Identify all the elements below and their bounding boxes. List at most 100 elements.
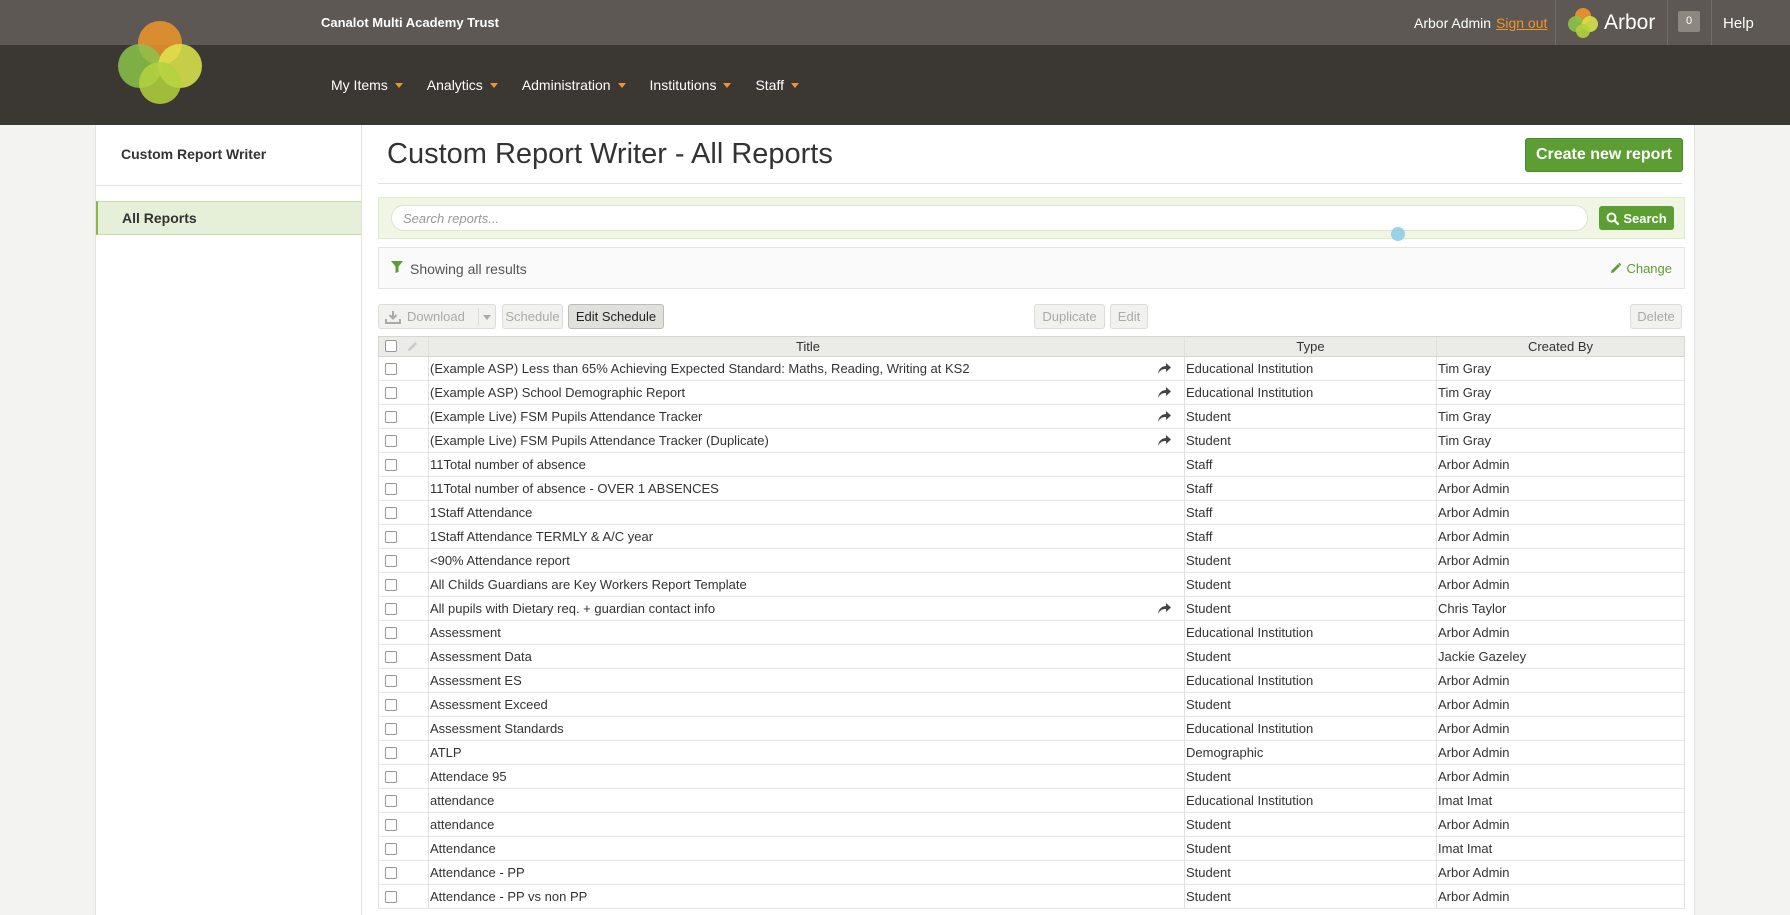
report-title[interactable]: Assessment Standards: [430, 717, 1170, 740]
sidebar-item-all-reports[interactable]: All Reports: [96, 201, 383, 235]
column-divider: [428, 645, 429, 668]
change-filter-link[interactable]: Change: [1609, 261, 1672, 276]
edit-button[interactable]: Edit: [1110, 304, 1148, 329]
nav-institutions[interactable]: Institutions: [650, 77, 732, 93]
nav-my-items[interactable]: My Items: [331, 77, 403, 93]
row-checkbox[interactable]: [385, 747, 397, 759]
help-link[interactable]: Help: [1723, 15, 1754, 32]
row-checkbox[interactable]: [385, 483, 397, 495]
table-row[interactable]: Attendance - PP Student Arbor Admin: [378, 861, 1685, 885]
table-row[interactable]: 1Staff Attendance Staff Arbor Admin: [378, 501, 1685, 525]
download-button[interactable]: Download: [378, 304, 496, 329]
sign-out-link[interactable]: Sign out: [1496, 15, 1547, 31]
report-type: Student: [1186, 889, 1231, 904]
notification-badge[interactable]: 0: [1678, 11, 1700, 32]
table-row[interactable]: (Example ASP) Less than 65% Achieving Ex…: [378, 357, 1685, 381]
row-checkbox[interactable]: [385, 843, 397, 855]
table-row[interactable]: All Childs Guardians are Key Workers Rep…: [378, 573, 1685, 597]
column-header-type[interactable]: Type: [1185, 337, 1436, 356]
report-title[interactable]: Assessment: [430, 621, 1170, 644]
report-title[interactable]: Attendance - PP: [430, 861, 1170, 884]
row-checkbox[interactable]: [385, 699, 397, 711]
table-row[interactable]: ATLP Demographic Arbor Admin: [378, 741, 1685, 765]
select-all-checkbox[interactable]: [385, 340, 397, 352]
table-row[interactable]: 1Staff Attendance TERMLY & A/C year Staff…: [378, 525, 1685, 549]
row-checkbox[interactable]: [385, 795, 397, 807]
report-title[interactable]: ATLP: [430, 741, 1170, 764]
report-title[interactable]: All Childs Guardians are Key Workers Rep…: [430, 573, 1170, 596]
report-title[interactable]: attendance: [430, 789, 1170, 812]
row-checkbox[interactable]: [385, 555, 397, 567]
table-row[interactable]: Assessment Standards Educational Institut…: [378, 717, 1685, 741]
report-title[interactable]: Attendance: [430, 837, 1170, 860]
search-input[interactable]: [391, 205, 1588, 231]
nav-staff[interactable]: Staff: [755, 77, 799, 93]
school-logo[interactable]: [115, 18, 205, 106]
report-title[interactable]: 1Staff Attendance TERMLY & A/C year: [430, 525, 1170, 548]
report-title[interactable]: Assessment ES: [430, 669, 1170, 692]
table-row[interactable]: All pupils with Dietary req. + guardian …: [378, 597, 1685, 621]
table-row[interactable]: Assessment Exceed Student Arbor Admin: [378, 693, 1685, 717]
duplicate-button[interactable]: Duplicate: [1034, 304, 1105, 329]
edit-schedule-button[interactable]: Edit Schedule: [568, 304, 664, 329]
column-header-created-by[interactable]: Created By: [1437, 337, 1684, 356]
table-row[interactable]: (Example ASP) School Demographic Report E…: [378, 381, 1685, 405]
table-row[interactable]: attendance Student Arbor Admin: [378, 813, 1685, 837]
table-row[interactable]: (Example Live) FSM Pupils Attendance Tra…: [378, 405, 1685, 429]
nav-analytics[interactable]: Analytics: [427, 77, 498, 93]
report-title[interactable]: attendance: [430, 813, 1170, 836]
row-checkbox[interactable]: [385, 675, 397, 687]
schedule-button[interactable]: Schedule: [502, 304, 563, 329]
report-title[interactable]: (Example Live) FSM Pupils Attendance Tra…: [430, 429, 1170, 452]
table-row[interactable]: attendance Educational Institution Imat Im…: [378, 789, 1685, 813]
row-checkbox[interactable]: [385, 363, 397, 375]
table-row[interactable]: (Example Live) FSM Pupils Attendance Tra…: [378, 429, 1685, 453]
row-checkbox[interactable]: [385, 435, 397, 447]
row-checkbox[interactable]: [385, 579, 397, 591]
table-row[interactable]: Attendance Student Imat Imat: [378, 837, 1685, 861]
nav-administration[interactable]: Administration: [522, 77, 626, 93]
nav-label: Staff: [755, 77, 784, 93]
row-checkbox[interactable]: [385, 531, 397, 543]
row-checkbox[interactable]: [385, 459, 397, 471]
row-checkbox[interactable]: [385, 603, 397, 615]
report-title[interactable]: (Example ASP) School Demographic Report: [430, 381, 1170, 404]
row-checkbox[interactable]: [385, 819, 397, 831]
report-title[interactable]: Attendace 95: [430, 765, 1170, 788]
report-title[interactable]: <90% Attendance report: [430, 549, 1170, 572]
table-row[interactable]: Assessment Data Student Jackie Gazeley: [378, 645, 1685, 669]
row-checkbox[interactable]: [385, 387, 397, 399]
report-title[interactable]: All pupils with Dietary req. + guardian …: [430, 597, 1170, 620]
arbor-logo[interactable]: Arbor: [1566, 6, 1655, 40]
table-row[interactable]: 11Total number of absence Staff Arbor Admi…: [378, 453, 1685, 477]
column-header-title[interactable]: Title: [430, 337, 1186, 356]
table-row[interactable]: Assessment ES Educational Institution Arbo…: [378, 669, 1685, 693]
row-checkbox[interactable]: [385, 867, 397, 879]
search-button[interactable]: Search: [1599, 206, 1674, 230]
row-checkbox[interactable]: [385, 771, 397, 783]
report-title[interactable]: Assessment Exceed: [430, 693, 1170, 716]
report-title[interactable]: Assessment Data: [430, 645, 1170, 668]
report-title[interactable]: Attendance - PP vs non PP: [430, 885, 1170, 908]
delete-button[interactable]: Delete: [1630, 304, 1682, 329]
row-checkbox[interactable]: [385, 651, 397, 663]
column-divider: [428, 477, 429, 500]
row-checkbox[interactable]: [385, 411, 397, 423]
report-title[interactable]: 11Total number of absence - OVER 1 ABSEN…: [430, 477, 1170, 500]
report-title[interactable]: (Example Live) FSM Pupils Attendance Tra…: [430, 405, 1170, 428]
create-new-report-button[interactable]: Create new report: [1525, 138, 1683, 172]
sidebar-title[interactable]: Custom Report Writer: [121, 146, 266, 162]
user-name: Arbor Admin: [1414, 15, 1492, 31]
table-row[interactable]: Attendace 95 Student Arbor Admin: [378, 765, 1685, 789]
row-checkbox[interactable]: [385, 891, 397, 903]
report-title[interactable]: (Example ASP) Less than 65% Achieving Ex…: [430, 357, 1170, 380]
table-row[interactable]: Attendance - PP vs non PP Student Arbor Ad…: [378, 885, 1685, 909]
report-title[interactable]: 1Staff Attendance: [430, 501, 1170, 524]
table-row[interactable]: <90% Attendance report Student Arbor Admin: [378, 549, 1685, 573]
table-row[interactable]: 11Total number of absence - OVER 1 ABSEN…: [378, 477, 1685, 501]
row-checkbox[interactable]: [385, 507, 397, 519]
row-checkbox[interactable]: [385, 723, 397, 735]
table-row[interactable]: Assessment Educational Institution Arbor A…: [378, 621, 1685, 645]
report-title[interactable]: 11Total number of absence: [430, 453, 1170, 476]
row-checkbox[interactable]: [385, 627, 397, 639]
